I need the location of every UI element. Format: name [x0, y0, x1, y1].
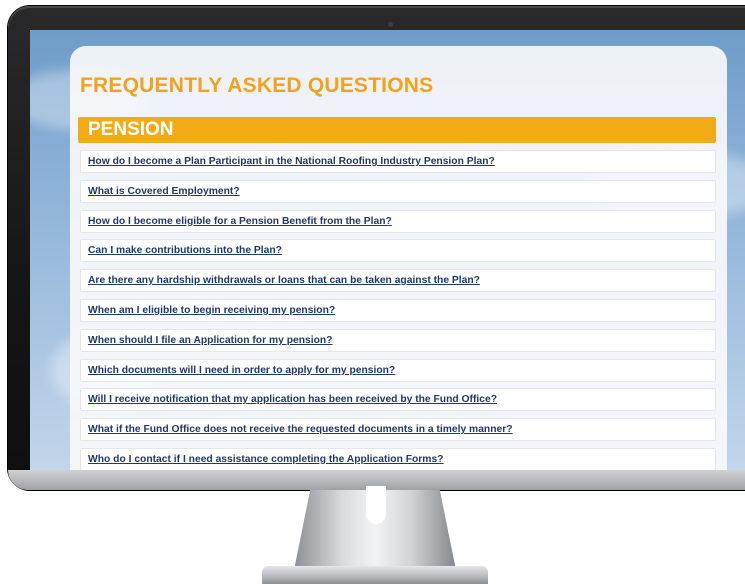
faq-question-row: Who do I contact if I need assistance co…	[80, 447, 716, 470]
faq-question-row: Which documents will I need in order to …	[80, 358, 716, 382]
page-title: FREQUENTLY ASKED QUESTIONS	[80, 74, 434, 97]
faq-question-link[interactable]: Will I receive notification that my appl…	[88, 394, 497, 405]
faq-question-row: Will I receive notification that my appl…	[80, 388, 716, 412]
monitor-mockup: FREQUENTLY ASKED QUESTIONS PENSION How d…	[0, 0, 745, 584]
faq-question-link[interactable]: How do I become a Plan Participant in th…	[88, 156, 495, 167]
camera-icon	[388, 22, 393, 27]
faq-question-row: How do I become a Plan Participant in th…	[80, 150, 716, 173]
faq-question-link[interactable]: Who do I contact if I need assistance co…	[88, 454, 443, 465]
faq-question-link[interactable]: When am I eligible to begin receiving my…	[88, 305, 335, 316]
faq-question-link[interactable]: How do I become eligible for a Pension B…	[88, 216, 392, 227]
cable-hole	[366, 486, 386, 524]
faq-question-link[interactable]: When should I file an Application for my…	[88, 335, 332, 346]
faq-question-row: How do I become eligible for a Pension B…	[80, 209, 716, 233]
faq-question-row: Are there any hardship withdrawals or lo…	[80, 269, 716, 293]
monitor-stand-base	[262, 566, 488, 584]
faq-question-link[interactable]: Can I make contributions into the Plan?	[88, 245, 282, 256]
faq-question-link[interactable]: Which documents will I need in order to …	[88, 365, 395, 376]
faq-question-row: Can I make contributions into the Plan?	[80, 239, 716, 263]
faq-question-list: How do I become a Plan Participant in th…	[80, 150, 716, 470]
faq-question-row: When am I eligible to begin receiving my…	[80, 298, 716, 322]
faq-question-row: What if the Fund Office does not receive…	[80, 418, 716, 442]
section-header: PENSION	[78, 117, 716, 143]
faq-question-link[interactable]: What is Covered Employment?	[88, 186, 240, 197]
faq-question-row: When should I file an Application for my…	[80, 328, 716, 352]
faq-question-link[interactable]: What if the Fund Office does not receive…	[88, 424, 513, 435]
monitor-screen: FREQUENTLY ASKED QUESTIONS PENSION How d…	[30, 30, 745, 470]
faq-question-row: What is Covered Employment?	[80, 179, 716, 203]
section-title: PENSION	[88, 119, 174, 140]
faq-question-link[interactable]: Are there any hardship withdrawals or lo…	[88, 275, 480, 286]
